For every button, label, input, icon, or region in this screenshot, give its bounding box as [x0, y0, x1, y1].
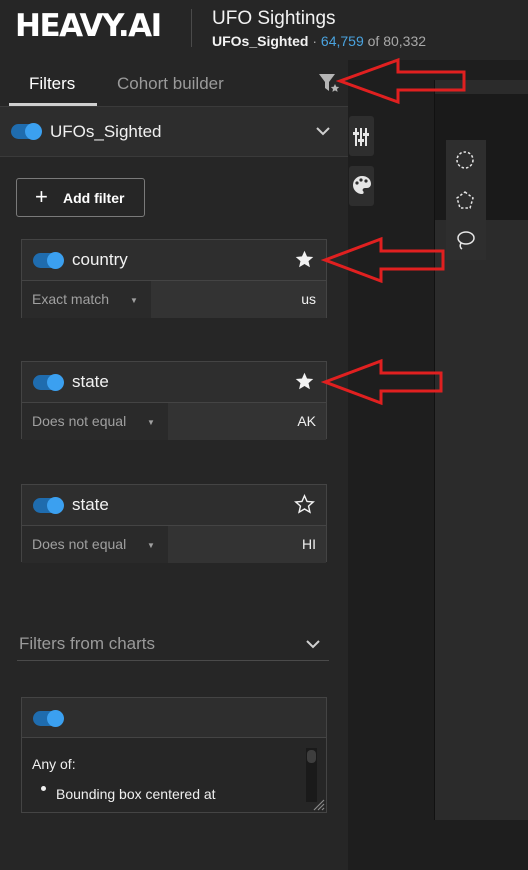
filtered-count: 64,759 — [320, 33, 364, 49]
filter-card: country Exact match ▼ us — [21, 239, 327, 318]
chart-filter-item: Bounding box centered at — [56, 786, 216, 802]
resize-grip-icon[interactable] — [312, 798, 325, 811]
polygon-select-icon[interactable] — [454, 189, 476, 211]
dataset-name: UFOs_Sighted — [212, 33, 309, 49]
add-filter-button[interactable]: + Add filter — [16, 178, 145, 217]
any-of-label: Any of: — [32, 756, 76, 772]
filter-value-input[interactable]: us — [151, 281, 326, 318]
filter-toggle[interactable] — [33, 374, 64, 391]
dataset-row-name: UFOs_Sighted — [50, 122, 162, 141]
app-header: HEAVY.AI UFO Sightings UFOs_Sighted · 64… — [0, 0, 528, 60]
caret-down-icon: ▼ — [147, 418, 155, 427]
operator-label: Does not equal — [32, 413, 127, 429]
filter-card: state Does not equal ▼ HI — [21, 484, 327, 563]
plus-icon: + — [35, 184, 48, 209]
scrollbar[interactable] — [306, 748, 317, 802]
lasso-select-icon[interactable] — [454, 229, 476, 251]
filters-from-charts-label[interactable]: Filters from charts — [19, 634, 155, 654]
of-text: of — [367, 33, 380, 49]
star-filled-icon[interactable] — [294, 249, 315, 270]
operator-label: Exact match — [32, 291, 110, 307]
star-filled-icon[interactable] — [294, 371, 315, 392]
filter-value: AK — [297, 413, 316, 429]
filter-card: state Does not equal ▼ AK — [21, 361, 327, 440]
filter-value-input[interactable]: HI — [168, 526, 326, 563]
chevron-down-icon[interactable] — [305, 637, 321, 651]
filter-card-body: Exact match ▼ us — [22, 280, 326, 318]
annotation-arrow-icon — [336, 57, 466, 105]
header-divider — [191, 9, 192, 47]
dashboard-title[interactable]: UFO Sightings — [212, 8, 336, 30]
sliders-icon — [353, 128, 369, 146]
chart-settings-button[interactable] — [349, 116, 374, 156]
annotation-arrow-icon — [321, 236, 445, 284]
dashboard-subtitle: UFOs_Sighted · 64,759 of 80,332 — [212, 33, 426, 49]
filter-card-body: Does not equal ▼ HI — [22, 525, 326, 563]
chart-style-button[interactable] — [349, 166, 374, 206]
filter-field-name: state — [72, 495, 109, 514]
filter-field-name: state — [72, 372, 109, 391]
filter-toggle[interactable] — [33, 497, 64, 514]
filter-card-header: state — [22, 485, 326, 525]
filter-toggle[interactable] — [33, 252, 64, 269]
filter-value-input[interactable]: AK — [168, 403, 326, 440]
filter-value: us — [301, 291, 316, 307]
scrollbar-thumb[interactable] — [307, 750, 316, 763]
chevron-down-icon[interactable] — [315, 124, 331, 138]
subtitle-separator: · — [312, 33, 318, 49]
operator-dropdown[interactable]: Does not equal ▼ — [22, 403, 168, 440]
bullet-icon — [41, 786, 46, 791]
total-count: 80,332 — [383, 33, 427, 49]
filter-card-body: Does not equal ▼ AK — [22, 402, 326, 440]
filter-value: HI — [302, 536, 316, 552]
section-divider — [17, 660, 329, 661]
dataset-row[interactable]: UFOs_Sighted — [0, 107, 348, 157]
panel-tabs: Filters Cohort builder — [0, 60, 348, 107]
add-filter-label: Add filter — [63, 190, 125, 206]
chart-filter-card: Any of: Bounding box centered at — [21, 697, 327, 813]
chart-filter-toggle[interactable] — [33, 710, 64, 727]
operator-dropdown[interactable]: Does not equal ▼ — [22, 526, 168, 563]
caret-down-icon: ▼ — [130, 296, 138, 305]
dataset-toggle[interactable] — [11, 123, 42, 140]
palette-icon — [353, 176, 371, 194]
chart-filter-header — [22, 698, 326, 738]
operator-label: Does not equal — [32, 536, 127, 552]
annotation-arrow-icon — [321, 358, 443, 406]
circle-select-icon[interactable] — [454, 149, 476, 171]
draw-tools-toolbar — [446, 140, 486, 260]
star-outline-icon[interactable] — [294, 494, 315, 515]
filter-panel: Filters Cohort builder UFOs_Sighted + Ad… — [0, 60, 348, 870]
tab-cohort-builder[interactable]: Cohort builder — [117, 74, 224, 94]
caret-down-icon: ▼ — [147, 541, 155, 550]
heavyai-logo[interactable]: HEAVY.AI — [15, 8, 162, 44]
filter-card-header: state — [22, 362, 326, 402]
operator-dropdown[interactable]: Exact match ▼ — [22, 281, 151, 318]
filter-card-header: country — [22, 240, 326, 280]
tab-filters[interactable]: Filters — [29, 74, 75, 94]
filter-field-name: country — [72, 250, 128, 269]
